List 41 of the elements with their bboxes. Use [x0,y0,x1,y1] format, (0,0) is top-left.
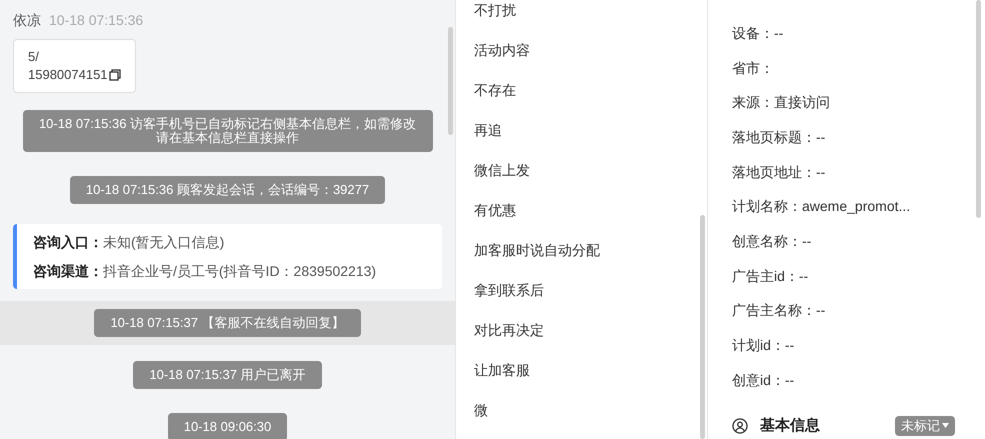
detail-field: 落地页地址：-- [732,162,826,183]
scrollbar[interactable] [700,215,705,439]
detail-field: 创意名称：-- [732,230,812,252]
tag-option[interactable]: 不打扰 [474,0,707,30]
detail-field: 落地页标题：-- [732,126,826,148]
tag-option[interactable]: 拿到联系后 [474,270,707,310]
section-title: 基本信息 [760,416,820,436]
message-time: 10-18 07:15:36 [49,11,144,30]
tag-option[interactable]: 让加客服 [474,350,707,390]
system-message: 10-18 07:15:36 顾客发起会话，会话编号：39277 [70,176,386,204]
user-icon [732,418,748,434]
system-message: 10-18 09:06:30 [168,413,288,439]
detail-field: 创意id：-- [732,370,794,391]
scrollbar[interactable] [448,27,453,135]
tag-option[interactable]: 活动内容 [474,30,707,70]
tag-option[interactable]: 再追 [474,110,707,150]
system-message: 10-18 07:15:37 【客服不在线自动回复】 [94,309,361,337]
message-card: 5/ 15980074151 [13,39,136,93]
info-value: 未知(暂无入口信息) [103,233,224,252]
system-message: 10-18 07:15:37 用户已离开 [133,361,322,389]
detail-field: 计划id：-- [732,335,794,356]
info-value: 抖音企业号/员工号(抖音号ID：2839502213) [103,262,376,281]
tag-option[interactable]: 对比再决定 [474,310,707,350]
tag-option[interactable]: 微信上发 [474,150,707,190]
tag-option[interactable]: 加客服时说自动分配 [474,230,707,270]
detail-field: 省市： [732,58,774,79]
copy-icon[interactable] [108,69,121,81]
tag-option[interactable]: 不存在 [474,70,707,110]
detail-field: 广告主id：-- [732,266,808,287]
info-label: 咨询渠道： [33,262,103,281]
detail-field: 来源：直接访问 [732,92,830,114]
detail-field: 计划名称：aweme_promot... [732,196,910,218]
detail-field: 设备：-- [732,22,784,44]
caret-icon [942,423,949,428]
scrollbar[interactable] [976,0,981,218]
tag-option[interactable]: 微 [474,390,707,430]
sender-name: 依凉 [13,11,41,30]
detail-field: 广告主名称：-- [732,300,826,322]
info-label: 咨询入口： [33,233,103,252]
system-message: 10-18 07:15:36 访客手机号已自动标记右侧基本信息栏，如需修改请在基本信息栏直接操作 [22,110,432,152]
tag-option[interactable]: 有优惠 [474,190,707,230]
